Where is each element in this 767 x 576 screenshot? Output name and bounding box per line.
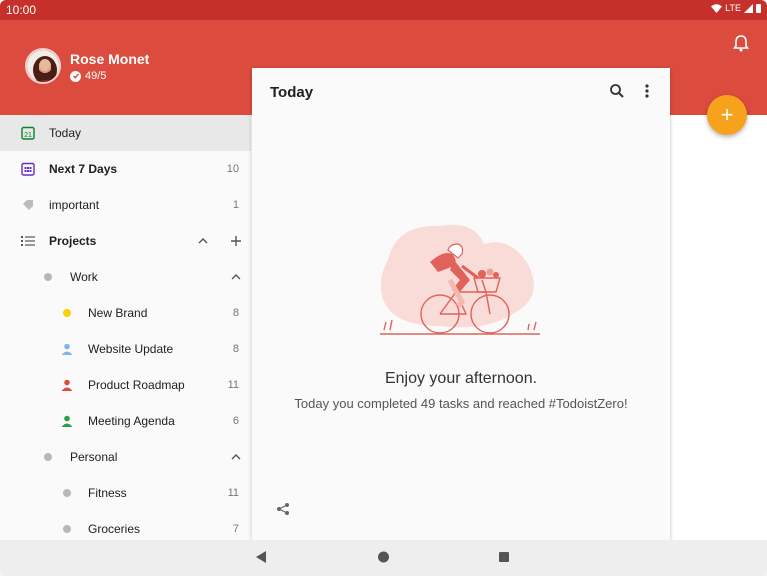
- wifi-icon: [711, 3, 723, 13]
- status-icons: LTE: [711, 3, 761, 13]
- sidebar-item-count: 10: [226, 163, 239, 175]
- project-count: 11: [227, 487, 239, 499]
- project-count: 11: [227, 379, 239, 391]
- tag-icon: [21, 198, 35, 212]
- avatar[interactable]: [25, 48, 61, 84]
- project-label: Work: [70, 270, 98, 284]
- share-icon[interactable]: [276, 502, 290, 521]
- person-icon: [60, 342, 74, 356]
- today-panel: Today Enjoy your afternoon. Today you co…: [252, 68, 670, 540]
- project-count: 7: [232, 523, 239, 535]
- karma-check-icon: [70, 70, 81, 82]
- project-item-new-brand[interactable]: New Brand 8: [0, 295, 251, 331]
- project-label: Fitness: [88, 486, 127, 500]
- chevron-up-icon[interactable]: [229, 450, 243, 464]
- battery-icon: [756, 4, 761, 13]
- calendar-day-icon: 21: [21, 126, 35, 140]
- project-dot-icon: [41, 450, 55, 464]
- page-title: Today: [270, 84, 314, 101]
- status-time: 10:00: [6, 3, 37, 17]
- project-item-work[interactable]: Work: [0, 259, 251, 295]
- home-icon[interactable]: [377, 550, 390, 569]
- network-label: LTE: [725, 3, 741, 13]
- add-project-icon[interactable]: [229, 234, 243, 248]
- project-label: Website Update: [88, 342, 174, 356]
- project-label: Personal: [70, 450, 118, 464]
- project-dot-icon: [60, 522, 74, 536]
- project-item-meeting-agenda[interactable]: Meeting Agenda 6: [0, 403, 251, 439]
- sidebar: 21 Today Next 7 Days 10 important 1 Proj…: [0, 115, 251, 540]
- project-label: Product Roadmap: [88, 378, 185, 392]
- project-count: 8: [232, 343, 239, 355]
- signal-icon: [744, 3, 753, 13]
- person-icon: [60, 378, 74, 392]
- add-task-button[interactable]: +: [707, 95, 747, 135]
- project-label: New Brand: [88, 306, 148, 320]
- project-item-groceries[interactable]: Groceries 7: [0, 511, 251, 540]
- project-dot-icon: [60, 486, 74, 500]
- project-item-fitness[interactable]: Fitness 11: [0, 475, 251, 511]
- sidebar-item-label: Next 7 Days: [49, 162, 118, 176]
- device-screen: 10:00 LTE Rose Monet 49/5 21 Today Next …: [0, 0, 767, 576]
- empty-state-title: Enjoy your afternoon.: [384, 370, 538, 387]
- project-count: 6: [232, 415, 239, 427]
- empty-state-illustration: [380, 224, 540, 335]
- status-bar: 10:00 LTE: [0, 0, 767, 20]
- project-item-personal[interactable]: Personal: [0, 439, 251, 475]
- more-vert-icon[interactable]: [643, 83, 651, 104]
- system-nav-bar: [0, 540, 767, 576]
- karma-badge[interactable]: 49/5: [70, 70, 106, 82]
- chevron-up-icon[interactable]: [229, 270, 243, 284]
- karma-value: 49/5: [85, 70, 107, 82]
- project-item-product-roadmap[interactable]: Product Roadmap 11: [0, 367, 251, 403]
- sidebar-item-label: Projects: [49, 234, 97, 248]
- project-dot-icon: [41, 270, 55, 284]
- empty-state-subtitle: Today you completed 49 tasks and reached…: [294, 396, 628, 411]
- chevron-up-icon[interactable]: [196, 234, 210, 248]
- sidebar-item-projects[interactable]: Projects: [0, 223, 251, 259]
- sidebar-item-today[interactable]: 21 Today: [0, 115, 251, 151]
- sidebar-item-next-7-days[interactable]: Next 7 Days 10: [0, 151, 251, 187]
- sidebar-item-label: Today: [49, 126, 82, 140]
- project-label: Meeting Agenda: [88, 414, 175, 428]
- search-icon[interactable]: [609, 83, 625, 104]
- bell-icon[interactable]: [732, 34, 750, 57]
- list-icon: [21, 234, 35, 248]
- sidebar-item-important[interactable]: important 1: [0, 187, 251, 223]
- calendar-week-icon: [21, 162, 35, 176]
- sidebar-item-count: 1: [232, 199, 239, 211]
- profile-name: Rose Monet: [70, 51, 150, 67]
- project-label: Groceries: [88, 522, 141, 536]
- svg-text:21: 21: [24, 132, 32, 139]
- sidebar-item-label: important: [49, 198, 100, 212]
- project-count: 8: [232, 307, 239, 319]
- back-icon[interactable]: [255, 550, 267, 569]
- project-dot-icon: [60, 306, 74, 320]
- project-item-website-update[interactable]: Website Update 8: [0, 331, 251, 367]
- person-icon: [60, 414, 74, 428]
- recents-icon[interactable]: [498, 550, 510, 569]
